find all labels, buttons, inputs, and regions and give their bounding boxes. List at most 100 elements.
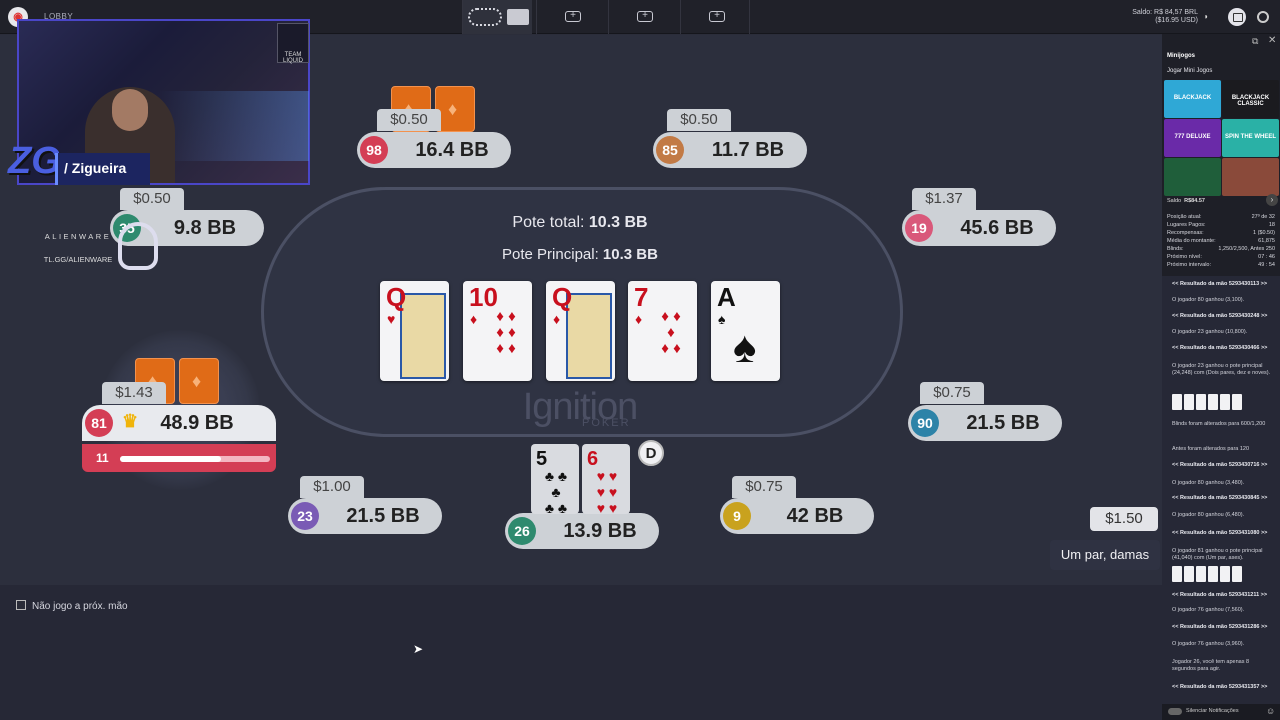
streamer-head [112, 89, 148, 131]
board-card: A ♠ ♠ [711, 281, 780, 381]
carousel-next-icon[interactable]: › [1266, 194, 1278, 206]
player-stack: 21.5 BB [966, 412, 1040, 434]
game-blackjack-classic[interactable]: BLACKJACK CLASSIC [1222, 80, 1279, 118]
table-tab-active[interactable] [462, 0, 532, 34]
feed-line: O jogador 80 ganhou (6,480). [1172, 512, 1245, 518]
close-icon[interactable]: ✕ [1268, 35, 1276, 46]
headset-icon [118, 222, 158, 270]
player-avatar: 19 [905, 214, 933, 242]
seat-bet: $1.00 [300, 476, 364, 498]
seat-bet: $0.75 [920, 382, 984, 404]
action-timer: 11 [82, 444, 276, 472]
feed-cards [1172, 566, 1244, 584]
balance-toggle-icon[interactable]: ◑ [1203, 12, 1208, 21]
player-avatar: 85 [656, 136, 684, 164]
player-stack: 11.7 BB [711, 139, 785, 161]
seat-bet: $1.43 [102, 382, 166, 404]
ignition-watermark: Ignition [522, 386, 639, 428]
player-seat[interactable]: 23 21.5 BB [288, 498, 442, 534]
card-suit: ♠ [718, 311, 726, 327]
plus-icon: + [565, 11, 581, 22]
player-seat[interactable]: 9 42 BB [720, 498, 874, 534]
board-card: 7 ♦ ♦ ♦ ♦ ♦ ♦ [628, 281, 697, 381]
sit-out-checkbox[interactable]: Não jogo a próx. mão [16, 600, 128, 612]
plus-icon: + [637, 11, 653, 22]
popout-icon[interactable]: ⧉ [1252, 36, 1258, 47]
game-roulette[interactable] [1164, 158, 1221, 196]
board-card: 10 ♦ ♦ ♦ ♦ ♦ ♦ ♦ [463, 281, 532, 381]
sit-out-label: Não jogo a próx. mão [32, 601, 128, 612]
game-blackjack[interactable]: BLACKJACK [1164, 80, 1221, 118]
board-card: Q ♦ [546, 281, 615, 381]
plus-icon: + [709, 11, 725, 22]
player-stack: 42 BB [786, 505, 844, 527]
feed-hand-header: << Resultado da mão 5293431357 >> [1172, 684, 1268, 690]
player-seat[interactable]: 98 16.4 BB [357, 132, 511, 168]
game-777-deluxe[interactable]: 777 DELUXE [1164, 119, 1221, 157]
feed-hand-header: << Resultado da mão 5293430248 >> [1172, 313, 1268, 319]
stat-row: Recompensas: 1 ($0.50) [1167, 230, 1275, 236]
feed-line: O jogador 80 ganhou (3,480). [1172, 480, 1245, 486]
timer-fill [120, 456, 221, 462]
feed-hand-header: << Resultado da mão 5293431080 >> [1172, 530, 1268, 536]
silence-label: Silenciar Notificações [1186, 708, 1239, 714]
feed-hand-header: << Resultado da mão 5293430716 >> [1172, 462, 1268, 468]
minigames-subtitle: Jogar Mini Jogos [1167, 68, 1213, 74]
player-seat[interactable]: 26 13.9 BB [505, 513, 659, 549]
settings-icon[interactable] [1257, 11, 1269, 23]
card-rank: 7 [634, 282, 649, 312]
seat-bet: $0.75 [732, 476, 796, 498]
feed-cards [1172, 394, 1244, 412]
player-avatar: 90 [911, 409, 939, 437]
card-rank: A [717, 282, 736, 312]
player-stack: 13.9 BB [563, 520, 637, 542]
emoji-icon[interactable]: ☺ [1266, 706, 1275, 716]
window-mode-button[interactable] [1228, 8, 1246, 26]
add-table-button-3[interactable]: + [680, 0, 750, 34]
hand-strength-label: Um par, damas [1050, 540, 1160, 570]
bet-amount-tag: $1.50 [1090, 507, 1158, 531]
cam-background [159, 91, 309, 161]
feed-line: O jogador 23 ganhou (10,800). [1172, 329, 1248, 335]
hero-card: 6 ♥ ♥ ♥ ♥ ♥ ♥ [582, 444, 630, 516]
action-area [0, 585, 1162, 720]
pot-main-value: 10.3 BB [602, 246, 658, 263]
sidebar: ⧉ ✕ Minijogos Jogar Mini Jogos BLACKJACK… [1162, 34, 1280, 720]
card-pips: ♣ ♣ ♣ ♣ ♣ [544, 468, 568, 516]
pot-main: Pote Principal: 10.3 BB [502, 246, 658, 263]
feed-hand-header: << Resultado da mão 5293430845 >> [1172, 495, 1268, 501]
hero-card: 5 ♣ ♣ ♣ ♣ ♣ [531, 444, 579, 516]
player-seat[interactable]: 81 ♛ 48.9 BB [82, 405, 276, 441]
player-avatar: 23 [291, 502, 319, 530]
hand-history-feed: << Resultado da mão 5293430113 >> O jogad… [1162, 276, 1280, 706]
balance-brl: Saldo: R$ 84,57 BRL [1132, 9, 1198, 16]
player-avatar: 26 [508, 517, 536, 545]
streamer-nameplate: / Zigueira [55, 153, 150, 185]
player-stack: 45.6 BB [960, 217, 1034, 239]
seat-bet: $0.50 [377, 109, 441, 131]
game-dealer[interactable] [1222, 158, 1279, 196]
timer-seconds: 11 [96, 451, 109, 465]
card-suit: ♥ [387, 311, 396, 327]
mini-table-icon [468, 8, 502, 26]
feed-line: Antes foram alterados para 120 [1172, 446, 1250, 452]
player-seat[interactable]: 90 21.5 BB [908, 405, 1062, 441]
add-table-button-2[interactable]: + [608, 0, 678, 34]
board-card: Q ♥ [380, 281, 449, 381]
timer-bar [120, 456, 270, 462]
zg-logo: ZG [8, 140, 61, 182]
game-spin-the-wheel[interactable]: SPIN THE WHEEL [1222, 119, 1279, 157]
feed-line: O jogador 76 ganhou (7,560). [1172, 607, 1245, 613]
feed-line: O jogador 81 ganhou o pote principal (41… [1172, 548, 1263, 561]
feed-hand-header: << Resultado da mão 5293431211 >> [1172, 592, 1268, 598]
player-seat[interactable]: 19 45.6 BB [902, 210, 1056, 246]
add-table-button-1[interactable]: + [536, 0, 606, 34]
card-pips: ♥ ♥ ♥ ♥ ♥ ♥ [596, 468, 618, 516]
mouse-cursor-icon: ➤ [413, 642, 424, 656]
stat-row: Próximo nível: 07 : 46 [1167, 254, 1275, 260]
silence-toggle[interactable] [1168, 708, 1182, 715]
player-seat[interactable]: 85 11.7 BB [653, 132, 807, 168]
card-rank: 10 [469, 282, 498, 312]
pot-total: Pote total: 10.3 BB [512, 214, 648, 231]
checkbox-icon[interactable] [16, 600, 26, 610]
